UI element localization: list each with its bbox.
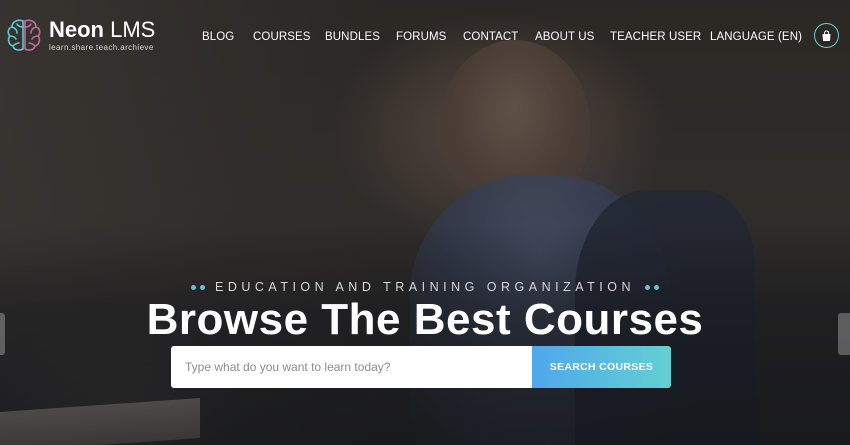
nav-item-forums[interactable]: FORUMS bbox=[396, 30, 446, 44]
course-search-input[interactable] bbox=[171, 346, 532, 388]
dots-decoration-right bbox=[645, 284, 660, 290]
dot-icon bbox=[190, 284, 196, 290]
hero-headline: Browse The Best Courses bbox=[146, 295, 704, 344]
site-header: Neon LMS learn.share.teach.archieve BLOG… bbox=[0, 0, 850, 72]
nav-item-about-us[interactable]: ABOUT US bbox=[535, 30, 594, 44]
nav-item-bundles[interactable]: BUNDLES bbox=[325, 30, 380, 44]
dot-icon bbox=[199, 284, 205, 290]
nav-item-teacher-user[interactable]: TEACHER USER bbox=[610, 30, 701, 44]
nav-item-language[interactable]: LANGUAGE (EN) bbox=[710, 30, 802, 44]
course-search-form: SEARCH COURSES bbox=[171, 346, 671, 388]
nav-item-blog[interactable]: BLOG bbox=[202, 30, 234, 44]
shopping-bag-icon bbox=[822, 29, 831, 41]
hero-subtitle: EDUCATION AND TRAINING ORGANIZATION bbox=[214, 280, 636, 294]
nav-item-courses[interactable]: COURSES bbox=[253, 30, 311, 44]
nav-item-contact[interactable]: CONTACT bbox=[463, 30, 518, 44]
cart-button[interactable] bbox=[814, 23, 839, 48]
brand-tagline: learn.share.teach.archieve bbox=[49, 43, 154, 52]
hero-banner: Neon LMS learn.share.teach.archieve BLOG… bbox=[0, 0, 850, 445]
main-nav: BLOG COURSES BUNDLES FORUMS CONTACT ABOU… bbox=[0, 30, 850, 44]
hero-subtitle-row: EDUCATION AND TRAINING ORGANIZATION bbox=[0, 280, 850, 294]
dot-icon bbox=[654, 284, 660, 290]
dot-icon bbox=[645, 284, 651, 290]
dots-decoration-left bbox=[190, 284, 205, 290]
search-courses-button[interactable]: SEARCH COURSES bbox=[532, 346, 671, 388]
